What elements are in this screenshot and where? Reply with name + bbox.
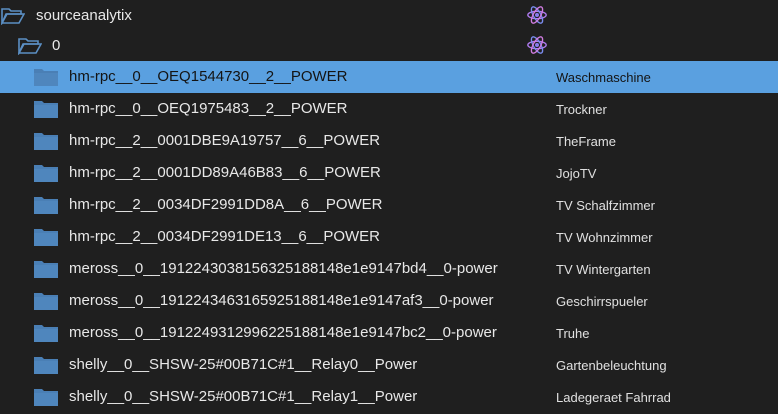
atom-icon bbox=[527, 36, 547, 54]
tree-row-description: TheFrame bbox=[556, 134, 616, 149]
tree-row-item[interactable]: hm-rpc__0__OEQ1544730__2__POWER Waschmas… bbox=[0, 61, 778, 93]
tree-row-item[interactable]: hm-rpc__0__OEQ1975483__2__POWER Trockner bbox=[0, 93, 778, 125]
tree-row-description: Trockner bbox=[556, 102, 607, 117]
tree-row-label: hm-rpc__2__0001DD89A46B83__6__POWER bbox=[69, 164, 381, 181]
tree-row-description: Truhe bbox=[556, 326, 590, 341]
tree-row-description: Ladegeraet Fahrrad bbox=[556, 390, 671, 405]
tree-row-instance[interactable]: 0 bbox=[0, 30, 778, 62]
tree-row-item[interactable]: meross__0__1912249312996225188148e1e9147… bbox=[0, 317, 778, 349]
tree-row-label: shelly__0__SHSW-25#00B71C#1__Relay0__Pow… bbox=[69, 356, 418, 373]
tree-row-root[interactable]: sourceanalytix bbox=[0, 0, 778, 32]
tree-row-item[interactable]: hm-rpc__2__0034DF2991DD8A__6__POWER TV S… bbox=[0, 189, 778, 221]
folder-icon bbox=[34, 261, 58, 278]
folder-icon bbox=[34, 101, 58, 118]
tree-row-item[interactable]: meross__0__1912243463165925188148e1e9147… bbox=[0, 285, 778, 317]
tree-row-item[interactable]: hm-rpc__2__0001DD89A46B83__6__POWER Jojo… bbox=[0, 157, 778, 189]
tree-row-item[interactable]: shelly__0__SHSW-25#00B71C#1__Relay1__Pow… bbox=[0, 381, 778, 413]
tree-row-item[interactable]: hm-rpc__2__0001DBE9A19757__6__POWER TheF… bbox=[0, 125, 778, 157]
tree-row-description: JojoTV bbox=[556, 166, 597, 181]
tree-row-label: hm-rpc__2__0001DBE9A19757__6__POWER bbox=[69, 132, 381, 149]
open-folder-icon bbox=[1, 8, 25, 25]
folder-icon bbox=[34, 197, 58, 214]
folder-icon bbox=[34, 325, 58, 342]
tree-row-description: TV Schalfzimmer bbox=[556, 198, 655, 213]
folder-icon bbox=[34, 165, 58, 182]
tree-row-label: hm-rpc__0__OEQ1975483__2__POWER bbox=[69, 100, 348, 117]
folder-icon bbox=[34, 133, 58, 150]
tree-row-description: Gartenbeleuchtung bbox=[556, 358, 667, 373]
tree-row-label: hm-rpc__0__OEQ1544730__2__POWER bbox=[69, 68, 348, 85]
folder-icon bbox=[34, 293, 58, 310]
tree-row-label: hm-rpc__2__0034DF2991DD8A__6__POWER bbox=[69, 196, 383, 213]
tree-row-label: hm-rpc__2__0034DF2991DE13__6__POWER bbox=[69, 228, 381, 245]
tree-row-label: meross__0__1912243463165925188148e1e9147… bbox=[69, 292, 494, 309]
tree-row-description: Waschmaschine bbox=[556, 70, 651, 85]
folder-icon bbox=[34, 389, 58, 406]
tree-row-item[interactable]: hm-rpc__2__0034DF2991DE13__6__POWER TV W… bbox=[0, 221, 778, 253]
tree-row-label: sourceanalytix bbox=[36, 7, 132, 24]
tree-row-label: meross__0__1912249312996225188148e1e9147… bbox=[69, 324, 497, 341]
tree-row-description: Geschirrspueler bbox=[556, 294, 648, 309]
tree-row-label: shelly__0__SHSW-25#00B71C#1__Relay1__Pow… bbox=[69, 388, 418, 405]
atom-icon bbox=[527, 6, 547, 24]
tree-row-item[interactable]: shelly__0__SHSW-25#00B71C#1__Relay0__Pow… bbox=[0, 349, 778, 381]
open-folder-icon bbox=[18, 38, 42, 55]
tree-row-item[interactable]: meross__0__1912243038156325188148e1e9147… bbox=[0, 253, 778, 285]
tree-row-label: meross__0__1912243038156325188148e1e9147… bbox=[69, 260, 498, 277]
folder-icon bbox=[34, 229, 58, 246]
object-tree: sourceanalytix 0 hm-rpc__0__OEQ1544730__… bbox=[0, 0, 778, 414]
tree-row-label: 0 bbox=[52, 37, 61, 54]
folder-icon bbox=[34, 357, 58, 374]
tree-row-description: TV Wintergarten bbox=[556, 262, 651, 277]
tree-row-description: TV Wohnzimmer bbox=[556, 230, 653, 245]
folder-icon bbox=[34, 69, 58, 86]
